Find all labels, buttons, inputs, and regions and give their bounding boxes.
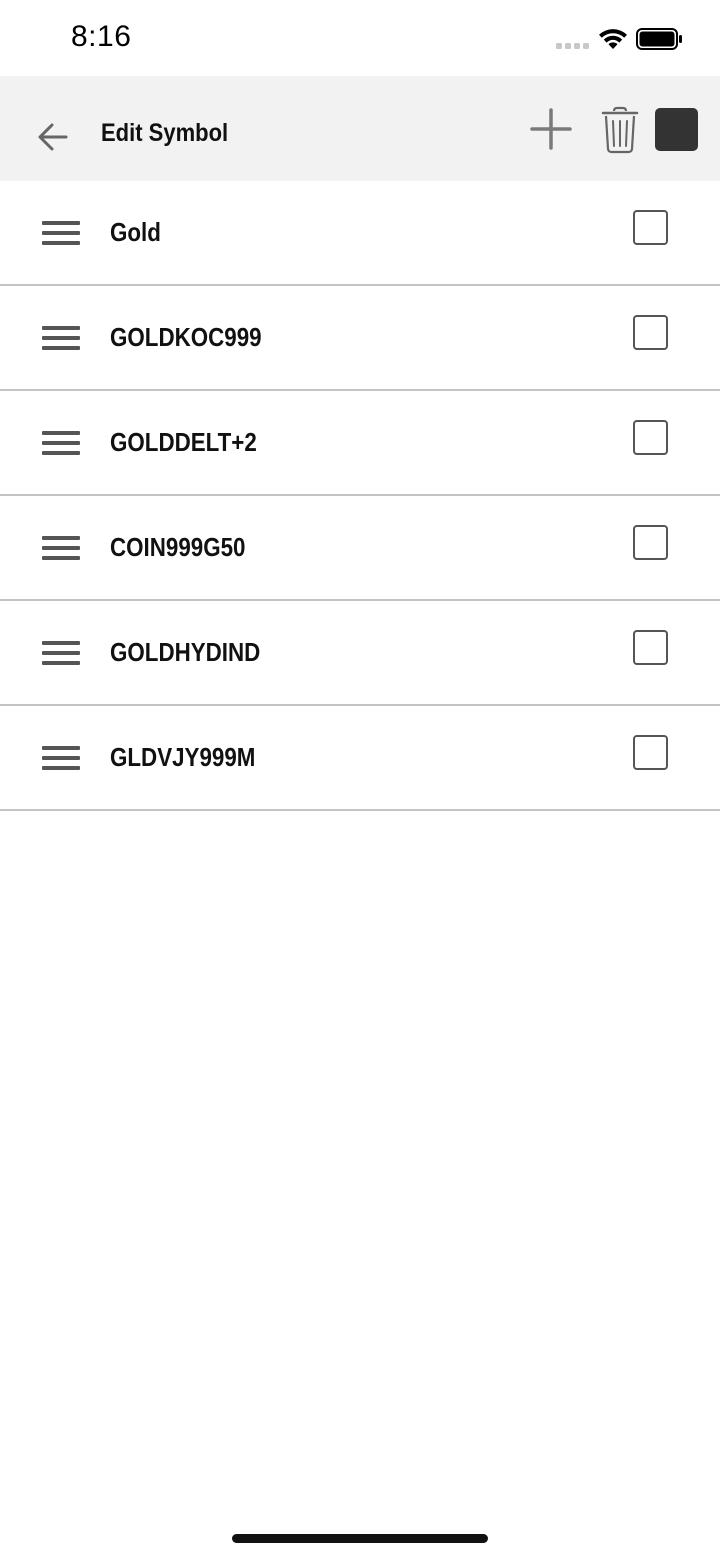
list-item: GOLDHYDIND bbox=[0, 601, 720, 706]
add-symbol-button[interactable] bbox=[528, 106, 574, 152]
drag-handle-icon[interactable] bbox=[42, 641, 80, 667]
row-checkbox[interactable] bbox=[633, 735, 668, 770]
delete-button[interactable] bbox=[600, 105, 640, 155]
arrow-left-icon bbox=[38, 123, 68, 151]
symbol-list: Gold GOLDKOC999 GOLDDELT+2 COIN999G50 GO… bbox=[0, 181, 720, 811]
list-item: Gold bbox=[0, 181, 720, 286]
wifi-icon bbox=[599, 29, 627, 49]
cellular-signal-icon bbox=[556, 43, 589, 49]
drag-handle-icon[interactable] bbox=[42, 431, 80, 457]
list-item: GOLDKOC999 bbox=[0, 286, 720, 391]
list-item: GOLDDELT+2 bbox=[0, 391, 720, 496]
row-checkbox[interactable] bbox=[633, 525, 668, 560]
home-indicator[interactable] bbox=[232, 1534, 488, 1543]
row-checkbox[interactable] bbox=[633, 630, 668, 665]
drag-handle-icon[interactable] bbox=[42, 746, 80, 772]
row-checkbox[interactable] bbox=[633, 210, 668, 245]
status-time: 8:16 bbox=[71, 20, 132, 53]
status-bar: 8:16 bbox=[0, 0, 720, 76]
row-checkbox[interactable] bbox=[633, 420, 668, 455]
drag-handle-icon[interactable] bbox=[42, 536, 80, 562]
row-checkbox[interactable] bbox=[633, 315, 668, 350]
page-title: Edit Symbol bbox=[101, 119, 229, 147]
drag-handle-icon[interactable] bbox=[42, 221, 80, 247]
symbol-label: GOLDKOC999 bbox=[110, 322, 262, 352]
symbol-label: GOLDDELT+2 bbox=[110, 427, 257, 457]
trash-icon bbox=[601, 106, 639, 154]
symbol-label: Gold bbox=[110, 217, 161, 247]
select-all-checkbox[interactable] bbox=[655, 108, 698, 151]
drag-handle-icon[interactable] bbox=[42, 326, 80, 352]
symbol-label: COIN999G50 bbox=[110, 532, 246, 562]
back-button[interactable] bbox=[30, 114, 74, 158]
list-item: GLDVJY999M bbox=[0, 706, 720, 811]
plus-icon bbox=[530, 108, 572, 150]
battery-icon bbox=[636, 28, 682, 50]
symbol-label: GOLDHYDIND bbox=[110, 637, 261, 667]
toolbar: Edit Symbol bbox=[0, 76, 720, 181]
list-item: COIN999G50 bbox=[0, 496, 720, 601]
symbol-label: GLDVJY999M bbox=[110, 742, 256, 772]
